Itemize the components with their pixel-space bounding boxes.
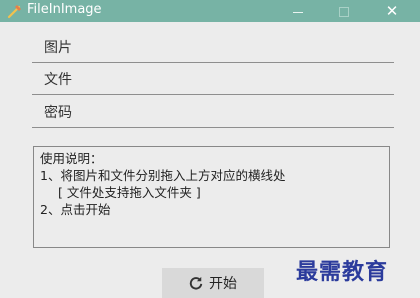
file-field-label: 文件 xyxy=(44,72,72,88)
close-icon: ✕ xyxy=(385,2,399,20)
minimize-icon xyxy=(293,11,303,13)
image-drop-field[interactable]: 图片 xyxy=(32,33,394,63)
instructions-step-2: 2、点击开始 xyxy=(40,202,111,217)
instructions-step-1: 1、将图片和文件分别拖入上方对应的横线处 xyxy=(40,168,286,183)
image-field-label: 图片 xyxy=(44,40,72,56)
window-title: FileInImage xyxy=(27,2,102,17)
app-window: FileInImage ✕ 图片 文件 密码 使用说明： 1、将图片和文件分别拖… xyxy=(0,0,420,298)
password-field-underline xyxy=(32,127,394,128)
start-button[interactable]: 开始 xyxy=(162,268,264,298)
maximize-button[interactable] xyxy=(322,0,366,22)
refresh-icon xyxy=(189,276,203,290)
instructions-textbox[interactable]: 使用说明： 1、将图片和文件分别拖入上方对应的横线处 [ 文件处支持拖入文件夹 … xyxy=(33,146,390,248)
start-button-label: 开始 xyxy=(209,276,237,292)
image-field-underline xyxy=(32,62,394,63)
app-icon xyxy=(7,5,21,19)
file-field-underline xyxy=(32,94,394,95)
watermark-text: 最需教育 xyxy=(296,259,389,285)
instructions-step-1-note: [ 文件处支持拖入文件夹 ] xyxy=(58,185,201,200)
password-field-label: 密码 xyxy=(44,105,72,121)
title-bar[interactable]: FileInImage ✕ xyxy=(0,0,420,22)
instructions-heading: 使用说明： xyxy=(40,151,103,166)
file-drop-field[interactable]: 文件 xyxy=(32,65,394,95)
maximize-icon xyxy=(339,7,349,17)
minimize-button[interactable] xyxy=(276,0,320,22)
close-button[interactable]: ✕ xyxy=(370,0,414,22)
password-field[interactable]: 密码 xyxy=(32,98,394,128)
